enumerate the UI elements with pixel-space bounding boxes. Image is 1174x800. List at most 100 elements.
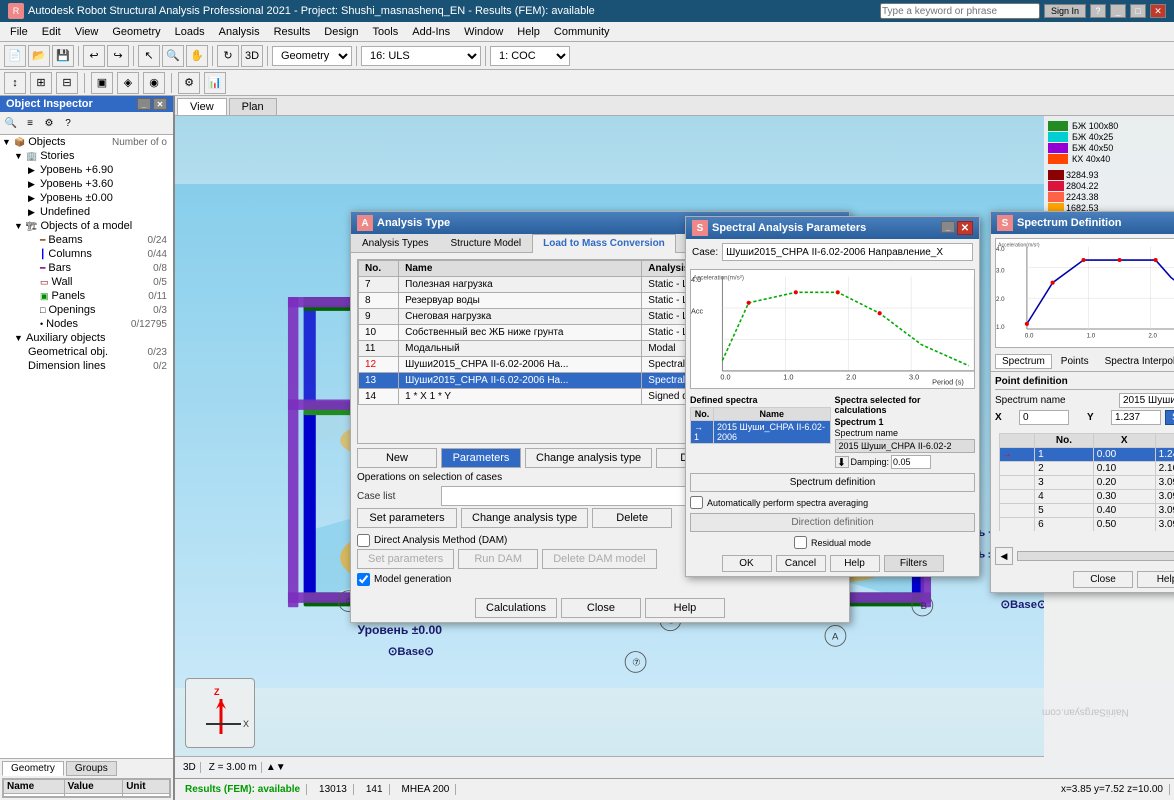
spectrum-def-btn[interactable]: Spectrum definition [690,473,975,492]
menu-window[interactable]: Window [458,24,509,40]
func-btn[interactable]: Sa(T) <-- F(t) [1165,410,1174,425]
help-btn-spectral[interactable]: Help [830,555,880,572]
change-btn[interactable]: Change analysis type [525,448,652,468]
new-btn[interactable]: New [357,448,437,468]
menu-results[interactable]: Results [268,24,317,40]
set-params-dam-btn[interactable]: Set parameters [357,549,454,569]
tb-new[interactable]: 📄 [4,45,26,67]
tree-objects-header[interactable]: ▼ 📦 Objects Number of o [0,135,173,149]
tb-zoom[interactable]: 🔍 [162,45,184,67]
calculations-btn[interactable]: Calculations [475,598,557,618]
tb-s2-7[interactable]: ⚙ [178,72,200,94]
expand-auxiliary-icon[interactable]: ▼ [14,333,26,343]
spectrum-data-row-2[interactable]: 20.102.16 [1000,462,1174,476]
geometry-dropdown[interactable]: Geometry [272,46,352,66]
tree-geom-obj[interactable]: Geometrical obj. 0/23 [0,345,173,359]
y-input[interactable] [1111,410,1161,425]
cancel-btn[interactable]: Cancel [776,555,826,572]
scroll-bar[interactable] [1017,551,1174,561]
search-input[interactable] [880,3,1040,19]
run-dam-btn[interactable]: Run DAM [458,549,538,569]
tree-beams[interactable]: ━ Beams 0/24 [0,233,173,247]
change-type-btn[interactable]: Change analysis type [461,508,588,528]
viewport[interactable]: Уровень ±0.00 ⊙Base⊙ Уровень +3.60 Урове… [175,116,1174,778]
expand-model-icon[interactable]: ▼ [14,221,26,231]
tab-plan[interactable]: Plan [229,98,277,115]
damping-input[interactable] [891,455,931,469]
tree-openings[interactable]: □ Openings 0/3 [0,303,173,317]
ok-btn[interactable]: OK [722,555,772,572]
tab-load-mass[interactable]: Load to Mass Conversion [532,234,676,253]
tree-objects-model[interactable]: ▼ 🏗 Objects of a model [0,219,173,233]
tb-rotate[interactable]: ↻ [217,45,239,67]
delete-dam-btn[interactable]: Delete DAM model [542,549,656,569]
tb-s2-3[interactable]: ⊟ [56,72,78,94]
tree-panels[interactable]: ▣ Panels 0/11 [0,289,173,303]
menu-edit[interactable]: Edit [36,24,67,40]
tree-undefined[interactable]: ▶ Undefined [0,205,173,219]
expand-stories-icon[interactable]: ▼ [14,151,26,161]
delete-btn-2[interactable]: Delete [592,508,672,528]
spec-tab-points[interactable]: Points [1054,354,1096,369]
close-btn-spectrum[interactable]: Close [1073,571,1133,588]
tree-dim-lines[interactable]: Dimension lines 0/2 [0,359,173,373]
tb-s2-6[interactable]: ◉ [143,72,165,94]
spectral-minimize[interactable]: _ [941,221,955,233]
spec-tab-interpolation[interactable]: Spectra Interpolation [1098,354,1174,369]
oi-search[interactable]: 🔍 [2,114,20,132]
spectrum-data-row-3[interactable]: 30.203.09 [1000,476,1174,490]
tb-s2-8[interactable]: 📊 [204,72,226,94]
spectrum-data-row-6[interactable]: 60.503.09 [1000,518,1174,532]
tb-undo[interactable]: ↩ [83,45,105,67]
menu-file[interactable]: File [4,24,34,40]
set-params-btn[interactable]: Set parameters [357,508,457,528]
expand-000-icon[interactable]: ▶ [28,193,40,204]
residual-check[interactable] [794,536,807,549]
spectrum-name-input[interactable] [1119,393,1174,408]
case-value-field[interactable] [722,243,973,261]
spec-tab-spectrum[interactable]: Spectrum [995,354,1052,369]
tb-redo[interactable]: ↪ [107,45,129,67]
close-btn-analysis[interactable]: Close [561,598,641,618]
spectral-close[interactable]: ✕ [957,221,973,235]
tb-s2-5[interactable]: ◈ [117,72,139,94]
parameters-btn[interactable]: Parameters [441,448,521,468]
tree-level-000[interactable]: ▶ Уровень ±0.00 [0,191,173,205]
tree-columns[interactable]: ┃ Columns 0/44 [0,247,173,261]
nav-left[interactable]: ◀ [995,547,1013,565]
expand-690-icon[interactable]: ▶ [28,165,40,176]
tree-level-690[interactable]: ▶ Уровень +6.90 [0,163,173,177]
oi-filter[interactable]: ≡ [21,114,39,132]
load-combo[interactable]: 16: ULS [361,46,481,66]
tab-analysis-types[interactable]: Analysis Types [351,234,440,252]
menu-tools[interactable]: Tools [367,24,405,40]
tree-stories[interactable]: ▼ 🏢 Stories [0,149,173,163]
spectrum-data-row-1[interactable]: →10.001.24 [1000,448,1174,462]
panel-minimize-btn[interactable]: _ [137,98,151,110]
tab-structure-model[interactable]: Structure Model [440,234,533,252]
help-btn-spectrum[interactable]: Help [1137,571,1174,588]
minimize-btn[interactable]: _ [1110,4,1126,18]
spectrum-data-row-5[interactable]: 50.403.09 [1000,504,1174,518]
tree-level-360[interactable]: ▶ Уровень +3.60 [0,177,173,191]
coc-combo[interactable]: 1: COC [490,46,570,66]
tb-pan[interactable]: ✋ [186,45,208,67]
tb-s2-4[interactable]: ▣ [91,72,113,94]
help-btn-analysis[interactable]: Help [645,598,725,618]
sign-in-btn[interactable]: Sign In [1044,4,1086,18]
oi-settings[interactable]: ⚙ [40,114,58,132]
menu-design[interactable]: Design [318,24,364,40]
tree-nodes[interactable]: • Nodes 0/12795 [0,317,173,331]
tab-groups[interactable]: Groups [66,761,117,776]
dam-checkbox[interactable] [357,534,370,547]
model-gen-checkbox[interactable] [357,573,370,586]
dir-def-btn[interactable]: Direction definition [690,513,975,532]
menu-addins[interactable]: Add-Ins [406,24,456,40]
tab-view[interactable]: View [177,98,227,115]
tab-geometry[interactable]: Geometry [2,761,64,776]
oi-help[interactable]: ? [59,114,77,132]
menu-geometry[interactable]: Geometry [106,24,166,40]
spectrum-data-row-4[interactable]: 40.303.09 [1000,490,1174,504]
tb-s2-1[interactable]: ↕ [4,72,26,94]
x-input[interactable] [1019,410,1069,425]
